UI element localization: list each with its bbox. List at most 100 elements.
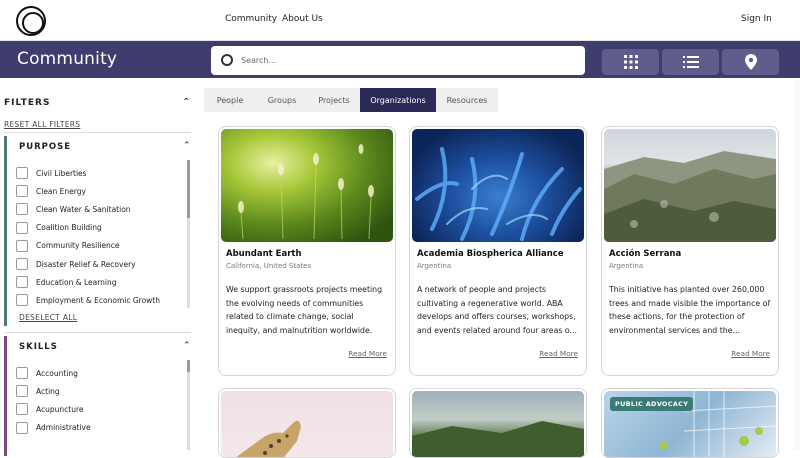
tab-groups[interactable]: Groups xyxy=(256,88,308,112)
card-description: We support grassroots projects meeting t… xyxy=(226,285,383,335)
card-image xyxy=(412,129,584,242)
tab-organizations[interactable]: Organizations xyxy=(360,88,436,112)
anemone-photo xyxy=(415,147,582,241)
filter-option[interactable]: Acupuncture xyxy=(16,402,84,416)
checkbox[interactable] xyxy=(16,385,28,398)
card-location: Argentina xyxy=(417,262,452,270)
card-title[interactable]: Acción Serrana xyxy=(609,249,681,259)
list-icon xyxy=(682,56,699,68)
top-navigation: Community About Us Sign In xyxy=(0,0,800,41)
card-location: Argentina xyxy=(609,262,644,270)
filter-option-label: Acupuncture xyxy=(36,404,84,414)
card-image xyxy=(604,129,776,242)
logo-icon[interactable] xyxy=(16,6,46,36)
chevron-up-icon[interactable]: ⌃ xyxy=(182,97,190,108)
read-more-link[interactable]: Read More xyxy=(731,349,770,358)
purpose-scrollbar-thumb[interactable] xyxy=(187,160,190,218)
tab-bar: People Groups Projects Organizations Res… xyxy=(204,88,498,112)
filter-option[interactable]: Disaster Relief & Recovery xyxy=(16,257,136,271)
map-view-button[interactable] xyxy=(722,49,779,75)
filter-option-label: Coalition Building xyxy=(36,223,102,233)
checkbox[interactable] xyxy=(16,403,28,416)
filter-option[interactable]: Clean Water & Sanitation xyxy=(16,202,131,216)
organization-card[interactable]: Academia Biospherica Alliance Argentina … xyxy=(409,126,587,376)
search-input[interactable] xyxy=(241,52,571,69)
nav-link-community[interactable]: Community xyxy=(225,14,277,24)
filter-option[interactable]: Employment & Economic Growth xyxy=(16,293,160,307)
filter-option[interactable]: Civil Liberties xyxy=(16,166,87,180)
chevron-up-icon[interactable]: ⌃ xyxy=(183,341,191,351)
checkbox[interactable] xyxy=(16,294,28,307)
filter-option[interactable]: Coalition Building xyxy=(16,221,102,235)
map-pin-icon xyxy=(744,54,757,70)
checkbox[interactable] xyxy=(16,185,28,198)
divider xyxy=(4,132,191,133)
filter-option-label: Community Resilience xyxy=(36,241,120,251)
card-image xyxy=(221,129,393,242)
section-accent-bar xyxy=(4,336,7,456)
chevron-up-icon[interactable]: ⌃ xyxy=(183,141,191,151)
page-scrollbar[interactable] xyxy=(793,80,800,450)
checkbox[interactable] xyxy=(16,258,28,270)
leopard-photo xyxy=(236,420,301,457)
card-location: California, United States xyxy=(226,262,312,270)
checkbox[interactable] xyxy=(16,221,28,234)
tab-resources[interactable]: Resources xyxy=(436,88,498,112)
filter-option-label: Clean Energy xyxy=(36,186,86,196)
organization-card[interactable]: PUBLIC ADVOCACY xyxy=(601,388,779,458)
filter-option-label: Disaster Relief & Recovery xyxy=(36,259,136,269)
section-title-skills: SKILLS xyxy=(19,342,58,352)
card-image xyxy=(221,391,393,457)
read-more-link[interactable]: Read More xyxy=(539,349,578,358)
filter-option-label: Employment & Economic Growth xyxy=(36,295,160,305)
checkbox[interactable] xyxy=(16,167,28,179)
card-image xyxy=(412,391,584,457)
filter-option-label: Education & Learning xyxy=(36,277,117,287)
organization-card[interactable]: Abundant Earth California, United States… xyxy=(218,126,396,376)
moss-photo xyxy=(238,144,374,240)
filter-option-label: Administrative xyxy=(36,423,91,433)
checkbox[interactable] xyxy=(16,276,28,289)
page-title: Community xyxy=(17,49,118,69)
mountain-photo xyxy=(604,151,776,242)
tab-people[interactable]: People xyxy=(204,88,256,112)
read-more-link[interactable]: Read More xyxy=(348,349,387,358)
filter-option[interactable]: Acting xyxy=(16,384,60,398)
card-title[interactable]: Academia Biospherica Alliance xyxy=(417,249,564,259)
sign-in-link[interactable]: Sign In xyxy=(741,14,772,24)
organization-card[interactable] xyxy=(409,388,587,458)
checkbox[interactable] xyxy=(16,421,28,434)
filter-option[interactable]: Administrative xyxy=(16,421,91,435)
filters-heading: FILTERS xyxy=(4,98,51,108)
valley-photo xyxy=(412,421,584,457)
checkbox[interactable] xyxy=(16,239,28,252)
section-accent-bar xyxy=(4,136,7,326)
filter-option-label: Accounting xyxy=(36,368,78,378)
card-description: A network of people and projects cultiva… xyxy=(417,285,577,335)
skills-scrollbar-thumb[interactable] xyxy=(187,360,190,372)
card-title[interactable]: Abundant Earth xyxy=(226,249,302,259)
deselect-all-link[interactable]: DESELECT ALL xyxy=(19,313,77,322)
card-description: This initiative has planted over 260,000… xyxy=(609,285,771,335)
search-icon xyxy=(221,54,233,66)
organization-card[interactable]: Acción Serrana Argentina This initiative… xyxy=(601,126,779,376)
filter-option-label: Clean Water & Sanitation xyxy=(36,204,131,214)
filter-option[interactable]: Clean Energy xyxy=(16,184,86,198)
organization-card[interactable] xyxy=(218,388,396,458)
nav-link-about-us[interactable]: About Us xyxy=(282,14,323,24)
filter-option-label: Acting xyxy=(36,386,60,396)
tab-projects[interactable]: Projects xyxy=(308,88,360,112)
grid-icon xyxy=(623,55,638,69)
skills-scrollbar-track[interactable] xyxy=(187,360,190,450)
divider xyxy=(4,332,191,333)
category-badge: PUBLIC ADVOCACY xyxy=(610,397,694,411)
checkbox[interactable] xyxy=(16,203,28,216)
filter-option[interactable]: Accounting xyxy=(16,366,78,380)
filter-option[interactable]: Community Resilience xyxy=(16,239,120,253)
search-bar[interactable] xyxy=(211,46,585,75)
reset-all-filters-link[interactable]: RESET ALL FILTERS xyxy=(4,120,80,129)
filter-option[interactable]: Education & Learning xyxy=(16,275,117,289)
grid-view-button[interactable] xyxy=(602,49,659,75)
list-view-button[interactable] xyxy=(662,49,719,75)
checkbox[interactable] xyxy=(16,367,28,379)
